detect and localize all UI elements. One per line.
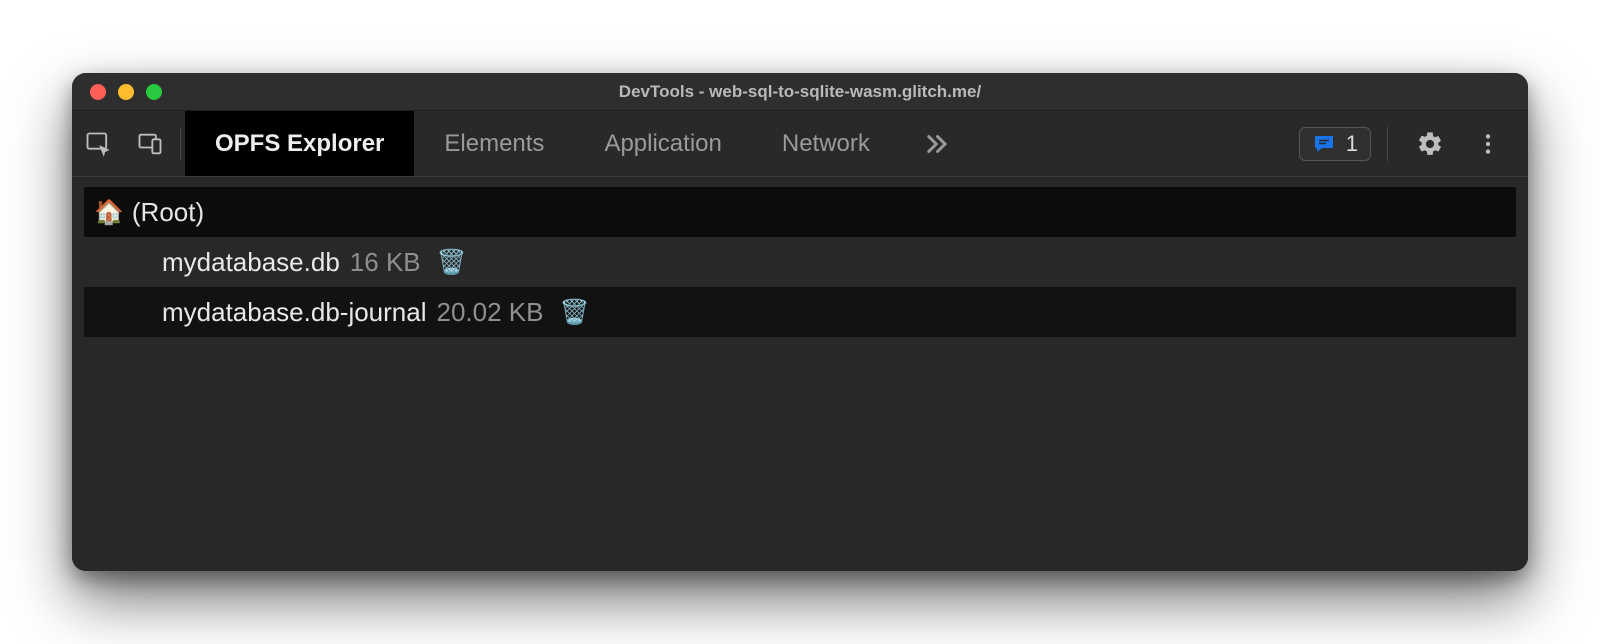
devtools-tabs: OPFS Explorer Elements Application Netwo… (185, 111, 970, 176)
tab-label: Network (782, 130, 870, 158)
toolbar-divider (180, 128, 181, 160)
chevron-double-right-icon (920, 129, 950, 159)
toolbar-right: 1 (1299, 121, 1528, 167)
tab-label: Application (604, 130, 721, 158)
more-tabs-button[interactable] (900, 111, 970, 176)
settings-button[interactable] (1404, 121, 1456, 167)
message-icon (1312, 132, 1336, 156)
tab-application[interactable]: Application (574, 111, 751, 176)
close-window-button[interactable] (90, 84, 106, 100)
issues-badge[interactable]: 1 (1299, 127, 1371, 161)
delete-file-button[interactable]: 🗑️ (437, 248, 467, 277)
tree-file-row[interactable]: mydatabase.db-journal 20.02 KB 🗑️ (84, 287, 1516, 337)
window-titlebar[interactable]: DevTools - web-sql-to-sqlite-wasm.glitch… (72, 73, 1528, 111)
inspect-icon (84, 130, 112, 158)
gear-icon (1416, 130, 1444, 158)
file-size: 16 KB (350, 247, 421, 278)
toolbar-divider (1387, 127, 1388, 161)
home-icon: 🏠 (94, 198, 124, 227)
tab-label: OPFS Explorer (215, 130, 384, 158)
tab-network[interactable]: Network (752, 111, 900, 176)
delete-file-button[interactable]: 🗑️ (559, 298, 589, 327)
tab-elements[interactable]: Elements (414, 111, 574, 176)
device-icon (136, 130, 164, 158)
trash-icon: 🗑️ (437, 248, 467, 277)
opfs-explorer-panel: 🏠 (Root) mydatabase.db 16 KB 🗑️ mydataba… (72, 177, 1528, 571)
trash-icon: 🗑️ (559, 298, 589, 327)
tab-opfs-explorer[interactable]: OPFS Explorer (185, 111, 414, 176)
inspect-element-button[interactable] (72, 121, 124, 167)
file-name: mydatabase.db-journal (162, 297, 427, 328)
file-size: 20.02 KB (437, 297, 544, 328)
device-toolbar-button[interactable] (124, 121, 176, 167)
tree-file-row[interactable]: mydatabase.db 16 KB 🗑️ (84, 237, 1516, 287)
issues-count: 1 (1346, 131, 1358, 157)
minimize-window-button[interactable] (118, 84, 134, 100)
vertical-dots-icon (1475, 131, 1501, 157)
tree-root-row[interactable]: 🏠 (Root) (84, 187, 1516, 237)
traffic-lights (72, 84, 162, 100)
tab-label: Elements (444, 130, 544, 158)
more-options-button[interactable] (1462, 121, 1514, 167)
maximize-window-button[interactable] (146, 84, 162, 100)
root-label: (Root) (132, 197, 204, 228)
file-name: mydatabase.db (162, 247, 340, 278)
devtools-window: DevTools - web-sql-to-sqlite-wasm.glitch… (72, 73, 1528, 571)
window-title: DevTools - web-sql-to-sqlite-wasm.glitch… (72, 82, 1528, 102)
devtools-toolbar: OPFS Explorer Elements Application Netwo… (72, 111, 1528, 177)
